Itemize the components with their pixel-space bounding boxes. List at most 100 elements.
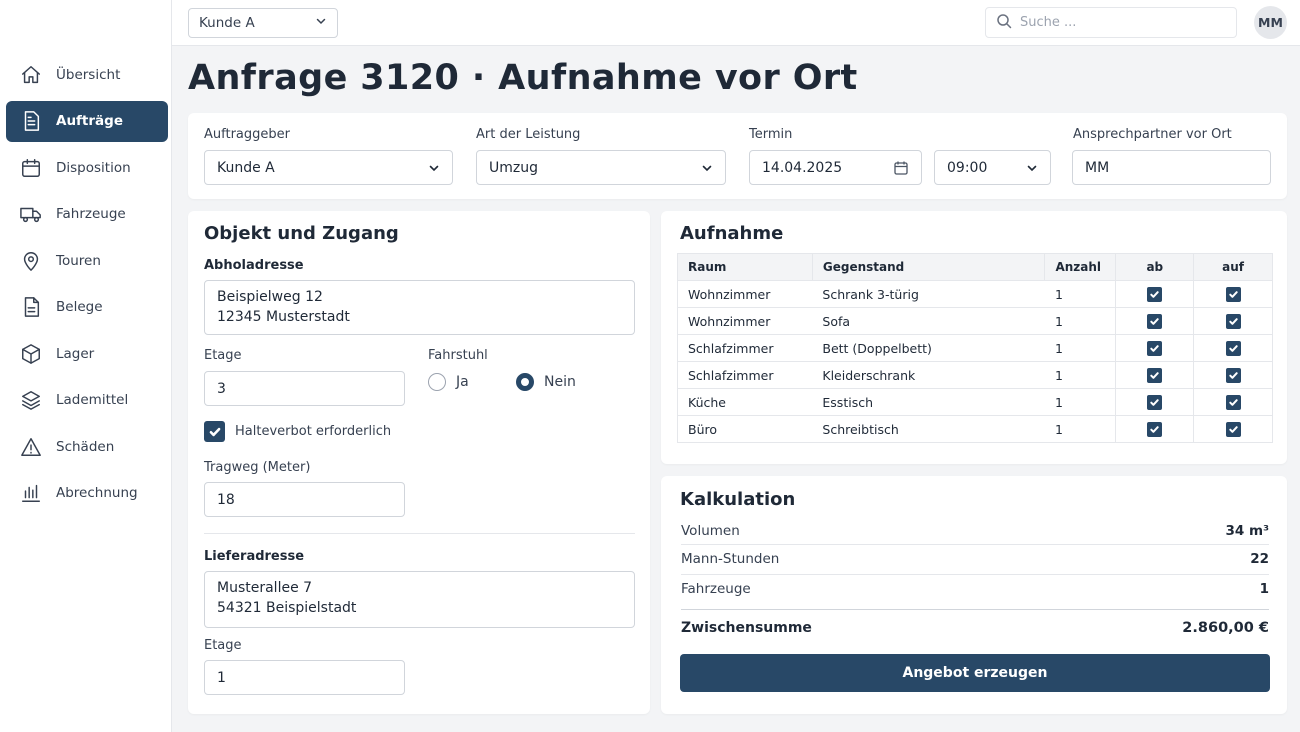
ab-checkbox[interactable] xyxy=(1147,421,1163,437)
section-divider xyxy=(204,533,635,534)
calendar-icon xyxy=(19,156,43,180)
sum-label: Zwischensumme xyxy=(681,620,812,636)
search-input[interactable] xyxy=(1020,15,1220,30)
fahrstuhl-nein-radio[interactable] xyxy=(516,373,534,391)
header-form-card: Auftraggeber Kunde A Art der Leistung Um… xyxy=(188,113,1287,199)
abhol-textarea[interactable]: Beispielweg 12 12345 Musterstadt xyxy=(204,280,635,335)
table-row[interactable]: Wohnzimmer Schrank 3-türig 1 xyxy=(677,280,1273,308)
sidebar-item-label: Lager xyxy=(56,345,95,362)
ab-checkbox[interactable] xyxy=(1147,313,1163,329)
liefer-etage-input[interactable]: 1 xyxy=(204,660,405,695)
cell-gegenstand: Sofa xyxy=(812,307,1045,335)
check-icon xyxy=(1150,425,1159,433)
ab-checkbox[interactable] xyxy=(1147,286,1163,302)
search-icon xyxy=(996,13,1012,33)
sidebar-item-uebersicht[interactable]: Übersicht xyxy=(6,54,168,95)
sidebar-item-lager[interactable]: Lager xyxy=(6,333,168,374)
sidebar-item-belege[interactable]: Belege xyxy=(6,287,168,328)
topbar: Kunde A MM xyxy=(172,0,1300,46)
sidebar-nav: Übersicht Aufträge Disposition Fahrzeuge… xyxy=(6,54,168,519)
column-header-auf[interactable]: auf xyxy=(1193,253,1273,281)
chevron-down-icon xyxy=(428,162,440,174)
document-icon xyxy=(19,109,43,133)
client-select[interactable]: Kunde A xyxy=(188,8,338,38)
termin-time-value: 09:00 xyxy=(947,159,988,176)
sidebar-item-label: Übersicht xyxy=(56,66,121,83)
chevron-down-icon xyxy=(315,15,327,31)
column-header-raum[interactable]: Raum xyxy=(677,253,813,281)
check-icon xyxy=(209,427,220,436)
sidebar-item-abrechnung[interactable]: Abrechnung xyxy=(6,473,168,514)
cell-ab xyxy=(1115,307,1194,335)
table-row[interactable]: Schlafzimmer Bett (Doppelbett) 1 xyxy=(677,334,1273,362)
halteverbot-checkbox[interactable] xyxy=(204,421,225,442)
liefer-etage-value: 1 xyxy=(217,669,226,686)
cell-raum: Wohnzimmer xyxy=(677,280,813,308)
ab-checkbox[interactable] xyxy=(1147,367,1163,383)
kalkulation-row-fahrzeuge: Fahrzeuge 1 xyxy=(681,578,1269,600)
receipt-icon xyxy=(19,295,43,319)
auf-checkbox[interactable] xyxy=(1225,421,1241,437)
sidebar-item-lademittel[interactable]: Lademittel xyxy=(6,380,168,421)
sum-value: 2.860,00 € xyxy=(1182,620,1269,636)
calendar-icon[interactable] xyxy=(893,160,909,176)
auf-checkbox[interactable] xyxy=(1225,286,1241,302)
ansprech-input[interactable]: MM xyxy=(1072,150,1271,185)
auf-checkbox[interactable] xyxy=(1225,313,1241,329)
sidebar-item-schaeden[interactable]: Schäden xyxy=(6,426,168,467)
kalkulation-sum-row: Zwischensumme 2.860,00 € xyxy=(681,617,1269,639)
cell-gegenstand: Schrank 3-türig xyxy=(812,280,1045,308)
tragweg-input[interactable]: 18 xyxy=(204,482,405,517)
leistung-select[interactable]: Umzug xyxy=(476,150,726,185)
sidebar-item-touren[interactable]: Touren xyxy=(6,240,168,281)
sidebar-item-label: Belege xyxy=(56,299,103,315)
fahrstuhl-ja-radio[interactable] xyxy=(428,373,446,391)
row-divider xyxy=(681,544,1269,545)
etage-label: Etage xyxy=(204,348,242,363)
angebot-erzeugen-button[interactable]: Angebot erzeugen xyxy=(680,654,1270,692)
avatar[interactable]: MM xyxy=(1254,6,1287,39)
termin-date-field[interactable]: 14.04.2025 xyxy=(749,150,922,185)
check-icon xyxy=(1150,371,1159,379)
table-row[interactable]: Büro Schreibtisch 1 xyxy=(677,415,1273,443)
table-row[interactable]: Schlafzimmer Kleiderschrank 1 xyxy=(677,361,1273,389)
table-row[interactable]: Küche Esstisch 1 xyxy=(677,388,1273,416)
kal-label: Mann-Stunden xyxy=(681,551,780,567)
column-header-anzahl[interactable]: Anzahl xyxy=(1044,253,1117,281)
ab-checkbox[interactable] xyxy=(1147,394,1163,410)
auf-checkbox[interactable] xyxy=(1225,340,1241,356)
row-divider xyxy=(681,574,1269,575)
sidebar-item-fahrzeuge[interactable]: Fahrzeuge xyxy=(6,194,168,235)
etage-value: 3 xyxy=(217,380,226,397)
termin-time-select[interactable]: 09:00 xyxy=(934,150,1051,185)
sidebar-item-disposition[interactable]: Disposition xyxy=(6,147,168,188)
table-header-row: Raum Gegenstand Anzahl ab auf xyxy=(677,253,1273,281)
layers-icon xyxy=(19,388,43,412)
auftraggeber-label: Auftraggeber xyxy=(204,127,290,142)
truck-icon xyxy=(19,202,43,226)
auftraggeber-select[interactable]: Kunde A xyxy=(204,150,453,185)
kal-value: 22 xyxy=(1250,551,1269,567)
auf-checkbox[interactable] xyxy=(1225,394,1241,410)
kalkulation-title: Kalkulation xyxy=(680,489,796,510)
ab-checkbox[interactable] xyxy=(1147,340,1163,356)
column-header-ab[interactable]: ab xyxy=(1115,253,1195,281)
auf-checkbox[interactable] xyxy=(1225,367,1241,383)
search-box[interactable] xyxy=(985,7,1237,38)
warning-icon xyxy=(19,435,43,459)
column-header-gegenstand[interactable]: Gegenstand xyxy=(811,253,1046,281)
kal-value: 1 xyxy=(1259,581,1269,597)
cell-ab xyxy=(1115,415,1194,443)
sum-divider xyxy=(681,609,1269,610)
sidebar-item-auftraege[interactable]: Aufträge xyxy=(6,100,168,142)
table-row[interactable]: Wohnzimmer Sofa 1 xyxy=(677,307,1273,335)
tragweg-value: 18 xyxy=(217,491,235,508)
cell-gegenstand: Esstisch xyxy=(812,388,1045,416)
abhol-line1: Beispielweg 12 xyxy=(217,289,323,305)
leistung-value: Umzug xyxy=(489,159,538,176)
check-icon xyxy=(1228,425,1238,433)
liefer-textarea[interactable]: Musterallee 7 54321 Beispielstadt xyxy=(204,571,635,628)
fahrstuhl-ja-label: Ja xyxy=(456,374,469,390)
sidebar-item-label: Schäden xyxy=(56,438,115,455)
etage-input[interactable]: 3 xyxy=(204,371,405,406)
